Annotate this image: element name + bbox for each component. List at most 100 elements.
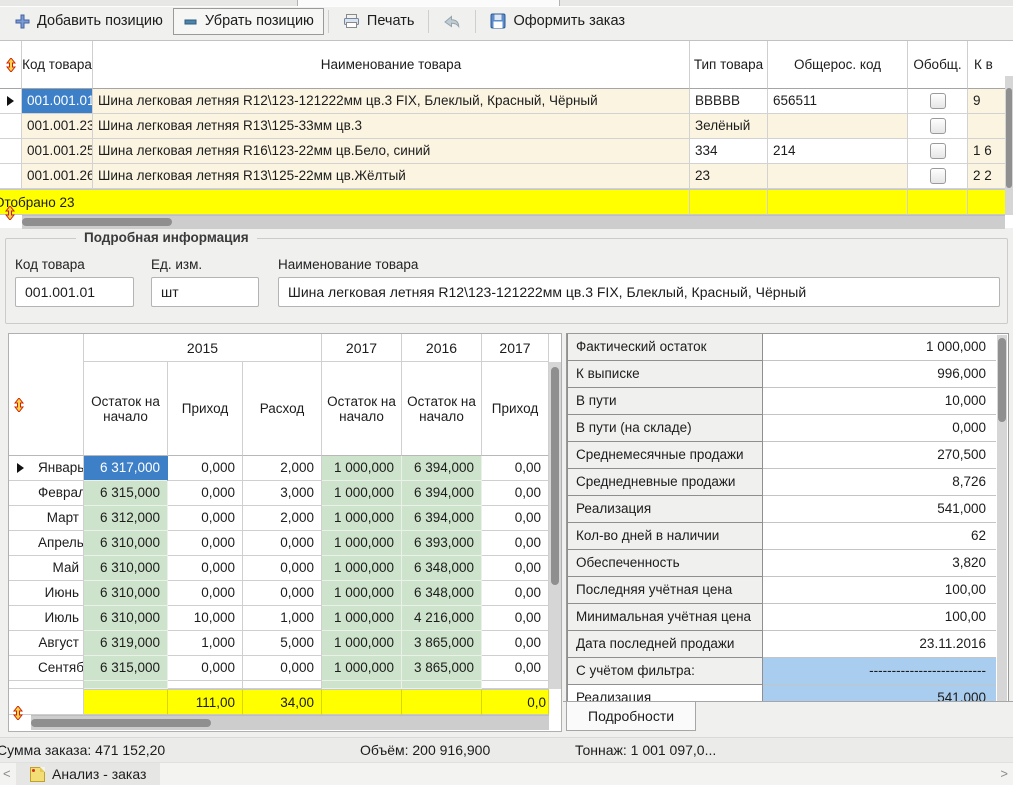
pivot-value-cell[interactable]: 0,00: [482, 631, 549, 656]
tab-details[interactable]: Подробности: [566, 702, 696, 731]
pivot-value-cell[interactable]: 0,000: [168, 531, 243, 556]
details-row[interactable]: Реализация541,000: [567, 496, 1008, 523]
details-row[interactable]: Среднедневные продажи8,726: [567, 469, 1008, 496]
details-row[interactable]: С учётом фильтра:-----------------------…: [567, 658, 1008, 685]
product-type-cell[interactable]: 334: [690, 139, 768, 164]
pivot-value-cell[interactable]: 0,00: [482, 456, 549, 481]
pivot-value-cell[interactable]: 0,000: [168, 456, 243, 481]
pivot-value-cell[interactable]: 6 348,000: [402, 556, 482, 581]
month-cell[interactable]: Август: [31, 631, 84, 656]
pivot-value-cell[interactable]: 5,000: [243, 631, 322, 656]
year-header-1[interactable]: 2017: [322, 334, 402, 362]
details-row[interactable]: Обеспеченность3,820: [567, 550, 1008, 577]
measure-header-2[interactable]: Расход: [243, 362, 322, 456]
pivot-value-cell[interactable]: 1 000,000: [322, 581, 402, 606]
pivot-row[interactable]: Сентябрь6 315,0000,0000,0001 000,0003 86…: [9, 656, 549, 681]
table-row[interactable]: 001.001.25Шина легковая летняя R16\123-2…: [0, 139, 1013, 164]
month-cell[interactable]: Сентябрь: [31, 656, 84, 681]
pivot-value-cell[interactable]: 0,00: [482, 656, 549, 681]
pivot-value-cell[interactable]: 6 315,000: [84, 656, 168, 681]
pivot-value-cell[interactable]: 1 000,000: [322, 531, 402, 556]
pivot-value-cell[interactable]: 6 310,000: [84, 556, 168, 581]
generalized-checkbox[interactable]: [930, 168, 946, 184]
pivot-value-cell[interactable]: 0,000: [168, 556, 243, 581]
table-row[interactable]: 001.001.23Шина легковая летняя R13\125-3…: [0, 114, 1013, 139]
details-row-value[interactable]: 1 000,000: [763, 334, 996, 361]
year-header-0[interactable]: 2015: [84, 334, 322, 362]
details-row-value[interactable]: --------------------------: [763, 658, 996, 685]
measure-header-0[interactable]: Остаток на начало: [84, 362, 168, 456]
product-type-cell[interactable]: 23: [690, 164, 768, 189]
pivot-value-cell[interactable]: 4 216,000: [402, 606, 482, 631]
product-code-cell[interactable]: 001.001.01: [22, 89, 93, 114]
kv-cell[interactable]: 9: [968, 89, 1005, 114]
pivot-row[interactable]: Июль6 310,00010,0001,0001 000,0004 216,0…: [9, 606, 549, 631]
pivot-row[interactable]: Август6 319,0001,0005,0001 000,0003 865,…: [9, 631, 549, 656]
product-type-cell[interactable]: ВВВВВ: [690, 89, 768, 114]
unit-field[interactable]: [151, 277, 259, 307]
pivot-value-cell[interactable]: 0,000: [168, 506, 243, 531]
pivot-value-cell[interactable]: 0,00: [482, 531, 549, 556]
products-hscrollbar[interactable]: [22, 215, 1005, 229]
details-row-value[interactable]: 100,00: [763, 604, 996, 631]
pivot-value-cell[interactable]: 6 393,000: [402, 531, 482, 556]
pivot-row[interactable]: Июнь6 310,0000,0000,0001 000,0006 348,00…: [9, 581, 549, 606]
details-row[interactable]: Последняя учётная цена100,00: [567, 577, 1008, 604]
products-vscrollbar[interactable]: [1005, 76, 1013, 215]
pivot-value-cell[interactable]: 6 348,000: [402, 581, 482, 606]
pivot-value-cell[interactable]: 1 000,000: [322, 556, 402, 581]
measure-header-4[interactable]: Остаток на начало: [402, 362, 482, 456]
pivot-value-cell[interactable]: 1 000,000: [322, 656, 402, 681]
national-code-cell[interactable]: 214: [768, 139, 908, 164]
pivot-value-cell[interactable]: 0,000: [168, 581, 243, 606]
add-position-button[interactable]: Добавить позицию: [5, 8, 173, 35]
details-row-value[interactable]: 541,000: [763, 496, 996, 523]
national-code-cell[interactable]: [768, 114, 908, 139]
product-name-field[interactable]: [278, 277, 1000, 307]
table-row[interactable]: 001.001.01Шина легковая летняя R12\123-1…: [0, 89, 1013, 114]
remove-position-button[interactable]: Убрать позицию: [173, 8, 324, 35]
kv-cell[interactable]: 2 2: [968, 164, 1005, 189]
product-code-cell[interactable]: 001.001.23: [22, 114, 93, 139]
details-row-value[interactable]: 8,726: [763, 469, 996, 496]
pivot-row[interactable]: Апрель6 310,0000,0000,0001 000,0006 393,…: [9, 531, 549, 556]
table-row[interactable]: 001.001.26Шина легковая летняя R13\125-2…: [0, 164, 1013, 189]
measure-header-5[interactable]: Приход: [482, 362, 549, 456]
details-row[interactable]: В пути10,000: [567, 388, 1008, 415]
pivot-value-cell[interactable]: 1 000,000: [322, 631, 402, 656]
national-code-cell[interactable]: 656511: [768, 89, 908, 114]
details-row[interactable]: Среднемесячные продажи270,500: [567, 442, 1008, 469]
product-name-cell[interactable]: Шина легковая летняя R13\125-22мм цв.Жёл…: [93, 164, 690, 189]
details-row-value[interactable]: 270,500: [763, 442, 996, 469]
column-header-0[interactable]: Код товара: [22, 41, 93, 89]
pivot-row[interactable]: Май6 310,0000,0000,0001 000,0006 348,000…: [9, 556, 549, 581]
pivot-hscroll-thumb[interactable]: [31, 719, 211, 727]
pivot-row[interactable]: Январь6 317,0000,0002,0001 000,0006 394,…: [9, 456, 549, 481]
pivot-value-cell[interactable]: 1 000,000: [322, 481, 402, 506]
tab-scroll-left-icon[interactable]: <: [3, 766, 11, 781]
pivot-row[interactable]: Март6 312,0000,0002,0001 000,0006 394,00…: [9, 506, 549, 531]
details-row-value[interactable]: 23.11.2016: [763, 631, 996, 658]
pivot-vscrollbar[interactable]: [549, 362, 561, 689]
details-row[interactable]: Дата последней продажи23.11.2016: [567, 631, 1008, 658]
details-vscrollbar[interactable]: [997, 335, 1007, 701]
product-code-field[interactable]: [15, 277, 134, 307]
column-header-1[interactable]: Наименование товара: [93, 41, 690, 89]
pivot-value-cell[interactable]: 3 865,000: [402, 631, 482, 656]
month-cell[interactable]: Июль: [31, 606, 84, 631]
pivot-value-cell[interactable]: 6 394,000: [402, 506, 482, 531]
pivot-value-cell[interactable]: 0,000: [243, 656, 322, 681]
place-order-button[interactable]: Оформить заказ: [480, 8, 635, 35]
pivot-value-cell[interactable]: 10,000: [168, 606, 243, 631]
kv-cell[interactable]: 1 6: [968, 139, 1005, 164]
pivot-value-cell[interactable]: 6 317,000: [84, 456, 168, 481]
pivot-value-cell[interactable]: 0,00: [482, 606, 549, 631]
pivot-value-cell[interactable]: 6 394,000: [402, 481, 482, 506]
details-vscroll-thumb[interactable]: [998, 338, 1006, 422]
generalized-checkbox[interactable]: [930, 93, 946, 109]
pivot-value-cell[interactable]: 0,00: [482, 481, 549, 506]
products-hscroll-thumb[interactable]: [22, 218, 172, 226]
details-row[interactable]: В пути (на складе)0,000: [567, 415, 1008, 442]
pivot-value-cell[interactable]: 1 000,000: [322, 606, 402, 631]
details-row-value[interactable]: 100,00: [763, 577, 996, 604]
